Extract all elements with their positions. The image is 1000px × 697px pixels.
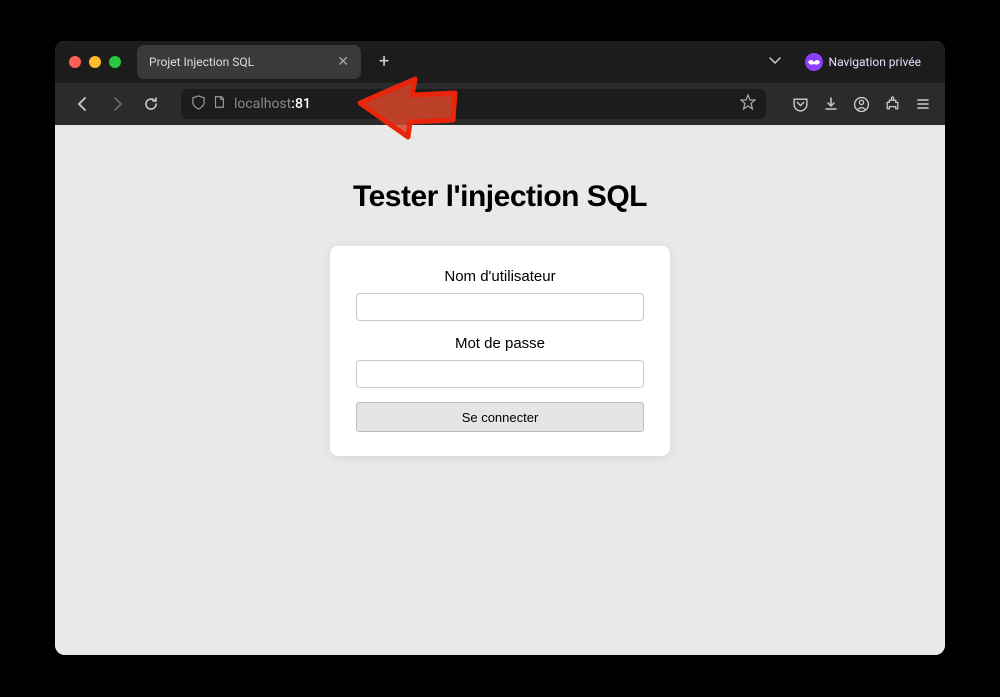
url-bar[interactable]: localhost:81 [181, 89, 766, 119]
tabs-dropdown-button[interactable] [767, 52, 783, 72]
page-content: Tester l'injection SQL Nom d'utilisateur… [55, 125, 945, 655]
username-label: Nom d'utilisateur [444, 268, 555, 285]
private-browsing-label: Navigation privée [829, 55, 921, 69]
close-tab-button[interactable]: ✕ [337, 55, 349, 69]
private-browsing-badge: Navigation privée [795, 49, 931, 75]
tab-bar: Projet Injection SQL ✕ + Navigation priv… [55, 41, 945, 83]
mask-icon [805, 53, 823, 71]
pocket-icon[interactable] [792, 96, 809, 113]
traffic-lights [69, 56, 121, 68]
forward-button[interactable] [103, 90, 131, 118]
password-input[interactable] [356, 360, 644, 388]
window-close-button[interactable] [69, 56, 81, 68]
menu-icon[interactable] [915, 96, 931, 113]
page-title: Tester l'injection SQL [353, 180, 647, 214]
shield-icon[interactable] [191, 95, 206, 114]
page-info-icon[interactable] [212, 95, 226, 114]
extensions-icon[interactable] [884, 96, 901, 113]
window-minimize-button[interactable] [89, 56, 101, 68]
downloads-icon[interactable] [823, 96, 839, 113]
reload-button[interactable] [137, 90, 165, 118]
browser-tab[interactable]: Projet Injection SQL ✕ [137, 45, 361, 79]
tab-title: Projet Injection SQL [149, 55, 329, 69]
login-form: Nom d'utilisateur Mot de passe Se connec… [330, 246, 670, 456]
account-icon[interactable] [853, 96, 870, 113]
url-text: localhost:81 [234, 96, 732, 112]
new-tab-button[interactable]: + [379, 53, 389, 71]
bookmark-button[interactable] [740, 94, 756, 114]
toolbar: localhost:81 [55, 83, 945, 125]
login-button[interactable]: Se connecter [356, 402, 644, 432]
toolbar-icons [792, 96, 931, 113]
back-button[interactable] [69, 90, 97, 118]
password-label: Mot de passe [455, 335, 545, 352]
username-input[interactable] [356, 293, 644, 321]
browser-window: Projet Injection SQL ✕ + Navigation priv… [55, 41, 945, 655]
window-maximize-button[interactable] [109, 56, 121, 68]
